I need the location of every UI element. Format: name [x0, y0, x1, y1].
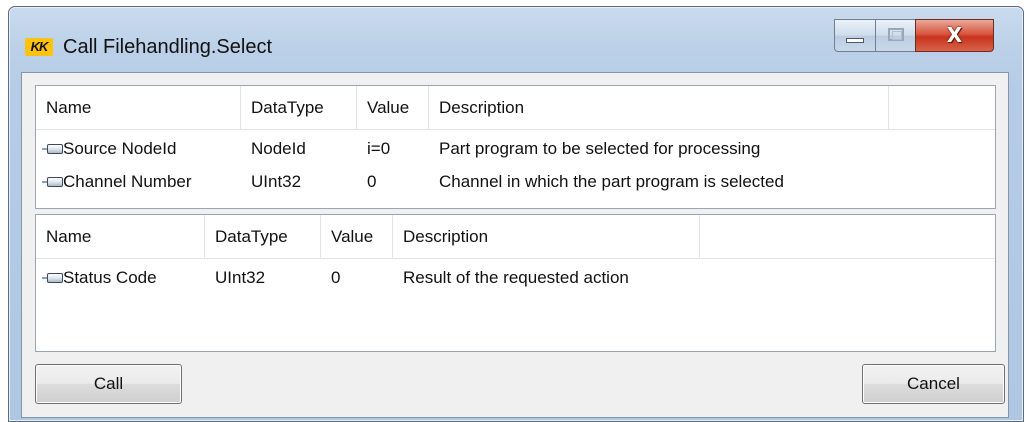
app-logo-icon: KK — [25, 38, 53, 56]
row-description: Part program to be selected for processi… — [439, 139, 761, 158]
row-description: Channel in which the part program is sel… — [439, 172, 784, 191]
column-header-name[interactable]: Name — [36, 86, 241, 129]
column-header-description[interactable]: Description — [393, 215, 700, 258]
minimize-button[interactable] — [834, 19, 876, 52]
grid-header: Name DataType Value Description — [36, 86, 995, 130]
maximize-button[interactable] — [875, 19, 916, 52]
call-button[interactable]: Call — [35, 364, 182, 404]
column-header-datatype[interactable]: DataType — [205, 215, 321, 258]
title-bar[interactable]: KK Call Filehandling.Select X — [9, 7, 1023, 73]
dialog-window: KK Call Filehandling.Select X Name DataT… — [8, 6, 1024, 422]
maximize-icon — [888, 28, 904, 41]
row-name: Source NodeId — [63, 139, 177, 158]
minimize-icon — [846, 38, 864, 43]
output-arguments-grid[interactable]: Name DataType Value Description Status C… — [35, 214, 996, 352]
table-row[interactable]: Channel Number UInt32 0 Channel in which… — [36, 165, 995, 198]
table-row[interactable]: Status Code UInt32 0 Result of the reque… — [36, 261, 995, 294]
row-name: Channel Number — [63, 172, 192, 191]
dialog-client-area: Name DataType Value Description Source N… — [21, 72, 1009, 418]
column-header-filler — [889, 86, 995, 129]
column-header-description[interactable]: Description — [429, 86, 889, 129]
row-name: Status Code — [63, 268, 157, 287]
close-icon: X — [946, 23, 963, 47]
input-arguments-grid[interactable]: Name DataType Value Description Source N… — [35, 85, 996, 209]
row-description: Result of the requested action — [403, 268, 629, 287]
table-row[interactable]: Source NodeId NodeId i=0 Part program to… — [36, 132, 995, 165]
column-header-value[interactable]: Value — [357, 86, 429, 129]
row-value[interactable]: i=0 — [367, 132, 390, 165]
parameter-pin-icon — [42, 143, 64, 155]
parameter-pin-icon — [42, 176, 64, 188]
column-header-filler — [700, 215, 995, 258]
row-datatype: UInt32 — [251, 172, 302, 191]
row-datatype: UInt32 — [215, 268, 266, 287]
parameter-pin-icon — [42, 272, 64, 284]
grid-header: Name DataType Value Description — [36, 215, 995, 259]
row-value[interactable]: 0 — [367, 165, 376, 198]
close-button[interactable]: X — [915, 19, 994, 52]
column-header-value[interactable]: Value — [321, 215, 393, 258]
row-datatype: NodeId — [251, 139, 306, 158]
cancel-button[interactable]: Cancel — [862, 364, 1005, 404]
row-value[interactable]: 0 — [331, 261, 340, 294]
column-header-datatype[interactable]: DataType — [241, 86, 357, 129]
column-header-name[interactable]: Name — [36, 215, 205, 258]
window-title: Call Filehandling.Select — [63, 36, 273, 58]
